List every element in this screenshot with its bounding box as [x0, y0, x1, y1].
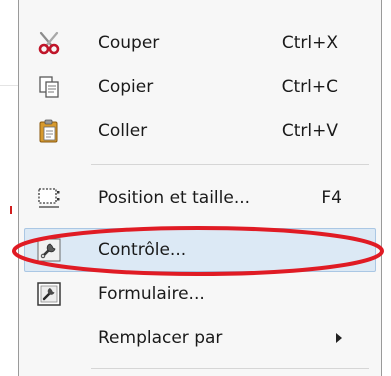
menu-item-shortcut: F4	[321, 188, 342, 208]
menu-item-label: Copier	[98, 77, 154, 97]
annotation-tick-left	[10, 206, 12, 214]
menu-item-replace-with[interactable]: Remplacer par	[24, 316, 376, 360]
wrench-icon	[37, 238, 61, 262]
menu-item-label: Coller	[98, 121, 148, 141]
menu-item-paste[interactable]: Coller Ctrl+V	[24, 109, 376, 153]
menu-item-position-size[interactable]: Position et taille... F4	[24, 176, 376, 220]
copy-icon	[37, 75, 61, 99]
position-size-icon	[37, 186, 61, 210]
menu-item-form[interactable]: Formulaire...	[24, 272, 376, 316]
form-icon	[37, 282, 61, 306]
submenu-arrow-icon	[336, 333, 342, 343]
menu-item-label: Position et taille...	[98, 188, 251, 208]
menu-item-label: Contrôle...	[98, 240, 187, 260]
context-menu: Couper Ctrl+X Copier Ctrl+C Coller Ctrl+…	[18, 0, 382, 376]
menu-separator	[91, 368, 369, 369]
screenshot-stage: Couper Ctrl+X Copier Ctrl+C Coller Ctrl+…	[0, 0, 391, 376]
menu-item-label: Formulaire...	[98, 284, 205, 304]
clipboard-icon	[37, 119, 61, 143]
background-divider	[0, 85, 18, 86]
scissors-icon	[37, 31, 61, 55]
menu-item-label: Remplacer par	[98, 328, 223, 348]
menu-item-control[interactable]: Contrôle...	[24, 228, 376, 272]
menu-item-cut[interactable]: Couper Ctrl+X	[24, 21, 376, 65]
menu-item-shortcut: Ctrl+C	[281, 77, 338, 97]
menu-item-shortcut: Ctrl+X	[281, 33, 338, 53]
menu-item-shortcut: Ctrl+V	[281, 121, 338, 141]
menu-item-label: Couper	[98, 33, 160, 53]
menu-separator	[91, 164, 369, 165]
menu-item-copy[interactable]: Copier Ctrl+C	[24, 65, 376, 109]
